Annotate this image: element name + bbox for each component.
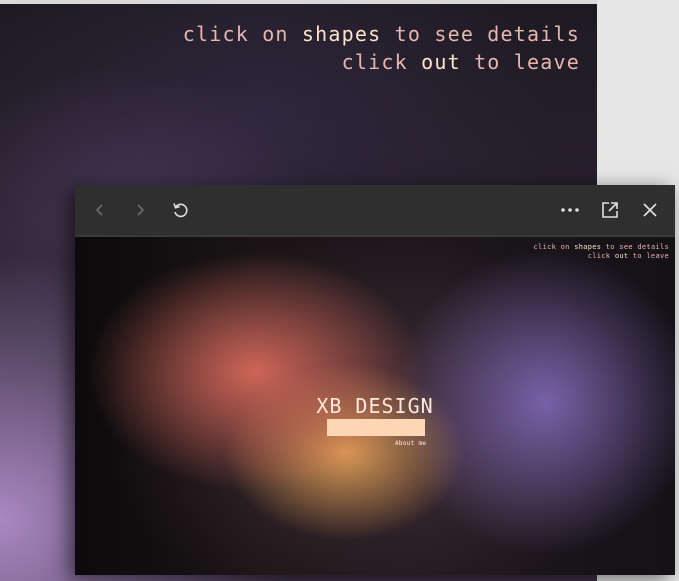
chevron-right-icon	[137, 204, 145, 216]
open-external-icon	[602, 202, 618, 218]
hint-text: to leave	[628, 252, 669, 260]
more-options-button[interactable]	[555, 195, 585, 225]
instruction-hint: click on shapes to see details click out…	[183, 20, 580, 76]
hint-highlight: shapes	[574, 243, 602, 251]
hint-highlight: out	[614, 252, 629, 260]
back-button[interactable]	[85, 195, 115, 225]
hint-text: click on	[533, 243, 575, 251]
hint-highlight: shapes	[301, 22, 382, 46]
hint-text: to see details	[381, 22, 580, 46]
popup-toolbar	[75, 185, 675, 237]
hint-highlight: out	[421, 50, 461, 74]
hint-text: click on	[182, 22, 302, 46]
hint-line-2: click out to leave	[534, 252, 669, 261]
refresh-button[interactable]	[165, 195, 195, 225]
popup-browser-window: click on shapes to see details click out…	[75, 185, 675, 575]
hint-text: click	[587, 252, 615, 260]
more-horizontal-icon	[561, 208, 579, 212]
title-underline-bar	[327, 419, 425, 436]
hint-text: to leave	[460, 50, 580, 74]
hint-line-1: click on shapes to see details	[183, 20, 580, 48]
hint-text: to see details	[601, 243, 669, 251]
close-button[interactable]	[635, 195, 665, 225]
popup-content[interactable]: click on shapes to see details click out…	[75, 237, 675, 575]
hint-line-2: click out to leave	[183, 48, 580, 76]
hint-line-1: click on shapes to see details	[534, 243, 669, 252]
forward-button[interactable]	[125, 195, 155, 225]
hint-text: click	[341, 50, 422, 74]
content-instruction-hint: click on shapes to see details click out…	[534, 243, 669, 261]
close-icon	[643, 203, 657, 217]
chevron-left-icon	[95, 204, 103, 216]
refresh-icon	[173, 203, 188, 218]
about-me-link[interactable]: About me	[395, 440, 426, 447]
site-title: XB DESIGN	[316, 394, 434, 418]
open-external-button[interactable]	[595, 195, 625, 225]
top-strip	[0, 0, 597, 4]
